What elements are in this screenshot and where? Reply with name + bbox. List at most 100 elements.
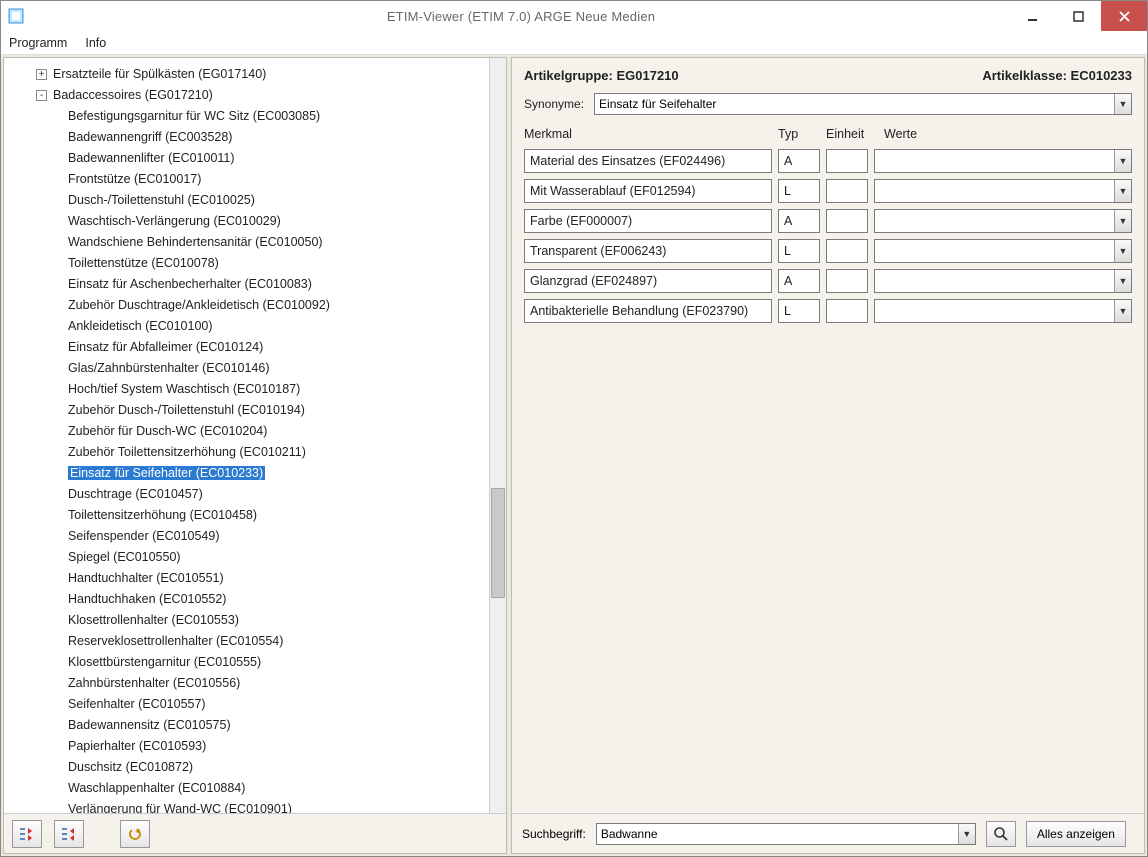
tree-item[interactable]: Waschtisch-Verlängerung (EC010029) <box>8 211 485 232</box>
tree-item-label: Hoch/tief System Waschtisch (EC010187) <box>68 382 300 396</box>
feature-columns-header: Merkmal Typ Einheit Werte <box>524 127 1132 141</box>
tree-item[interactable]: Papierhalter (EC010593) <box>8 736 485 757</box>
feature-wert-combo[interactable]: ▼ <box>874 179 1132 203</box>
tree-item[interactable]: Wandschiene Behindertensanitär (EC010050… <box>8 232 485 253</box>
tree-item[interactable]: Frontstütze (EC010017) <box>8 169 485 190</box>
tree-item[interactable]: Einsatz für Abfalleimer (EC010124) <box>8 337 485 358</box>
tree-item-label: Zubehör Toilettensitzerhöhung (EC010211) <box>68 445 306 459</box>
app-window: ETIM-Viewer (ETIM 7.0) ARGE Neue Medien … <box>0 0 1148 857</box>
tree-item[interactable]: Reserveklosettrollenhalter (EC010554) <box>8 631 485 652</box>
article-group-value: EG017210 <box>616 68 678 83</box>
feature-einheit[interactable] <box>826 299 868 323</box>
header-row: Artikelgruppe: EG017210 Artikelklasse: E… <box>524 68 1132 83</box>
feature-einheit[interactable] <box>826 179 868 203</box>
tree-scrollbar[interactable] <box>489 58 506 813</box>
tree-item[interactable]: Zubehör für Dusch-WC (EC010204) <box>8 421 485 442</box>
close-button[interactable] <box>1101 1 1147 31</box>
tree-item[interactable]: Duschtrage (EC010457) <box>8 484 485 505</box>
tree-item[interactable]: Hoch/tief System Waschtisch (EC010187) <box>8 379 485 400</box>
tree-item[interactable]: Toilettenstütze (EC010078) <box>8 253 485 274</box>
collapse-icon[interactable]: - <box>36 90 47 101</box>
minimize-button[interactable] <box>1009 1 1055 31</box>
feature-wert-combo[interactable]: ▼ <box>874 239 1132 263</box>
titlebar: ETIM-Viewer (ETIM 7.0) ARGE Neue Medien <box>1 1 1147 31</box>
menubar: Programm Info <box>1 31 1147 55</box>
tree-item[interactable]: Einsatz für Seifehalter (EC010233) <box>8 463 485 484</box>
feature-wert-combo[interactable]: ▼ <box>874 299 1132 323</box>
feature-wert-combo[interactable]: ▼ <box>874 269 1132 293</box>
feature-einheit[interactable] <box>826 239 868 263</box>
tree-item[interactable]: Klosettrollenhalter (EC010553) <box>8 610 485 631</box>
tree-item-label: Dusch-/Toilettenstuhl (EC010025) <box>68 193 255 207</box>
tree-item[interactable]: Seifenspender (EC010549) <box>8 526 485 547</box>
feature-name[interactable]: Antibakterielle Behandlung (EF023790) <box>524 299 772 323</box>
tree-item-label: Spiegel (EC010550) <box>68 550 181 564</box>
tree-item[interactable]: Zubehör Toilettensitzerhöhung (EC010211) <box>8 442 485 463</box>
tree-item[interactable]: Klosettbürstengarnitur (EC010555) <box>8 652 485 673</box>
tree-group-label: Badaccessoires (EG017210) <box>53 88 213 102</box>
refresh-button[interactable] <box>120 820 150 848</box>
feature-einheit[interactable] <box>826 149 868 173</box>
feature-typ[interactable]: L <box>778 299 820 323</box>
feature-wert-combo[interactable]: ▼ <box>874 209 1132 233</box>
tree-item[interactable]: Toilettensitzerhöhung (EC010458) <box>8 505 485 526</box>
tree-item[interactable]: Waschlappenhalter (EC010884) <box>8 778 485 799</box>
scrollbar-thumb[interactable] <box>491 488 505 598</box>
tree-item[interactable]: Handtuchhalter (EC010551) <box>8 568 485 589</box>
feature-list: Material des Einsatzes (EF024496)A▼Mit W… <box>524 149 1132 323</box>
search-button[interactable] <box>986 821 1016 847</box>
feature-name[interactable]: Farbe (EF000007) <box>524 209 772 233</box>
tree-item[interactable]: Glas/Zahnbürstenhalter (EC010146) <box>8 358 485 379</box>
chevron-down-icon: ▼ <box>1114 94 1131 114</box>
tree-item-label: Ankleidetisch (EC010100) <box>68 319 213 333</box>
feature-name[interactable]: Material des Einsatzes (EF024496) <box>524 149 772 173</box>
tree-item[interactable]: Dusch-/Toilettenstuhl (EC010025) <box>8 190 485 211</box>
tree-item[interactable]: Ankleidetisch (EC010100) <box>8 316 485 337</box>
tree-item[interactable]: Handtuchhaken (EC010552) <box>8 589 485 610</box>
tree-item[interactable]: Badewannenlifter (EC010011) <box>8 148 485 169</box>
tree-item[interactable]: Zahnbürstenhalter (EC010556) <box>8 673 485 694</box>
feature-name[interactable]: Mit Wasserablauf (EF012594) <box>524 179 772 203</box>
feature-typ[interactable]: A <box>778 149 820 173</box>
tree-item[interactable]: Zubehör Dusch-/Toilettenstuhl (EC010194) <box>8 400 485 421</box>
feature-name[interactable]: Transparent (EF006243) <box>524 239 772 263</box>
tree-item-label: Zubehör Dusch-/Toilettenstuhl (EC010194) <box>68 403 305 417</box>
feature-typ[interactable]: A <box>778 209 820 233</box>
tree-item-label: Toilettensitzerhöhung (EC010458) <box>68 508 257 522</box>
tree-item[interactable]: Seifenhalter (EC010557) <box>8 694 485 715</box>
feature-typ[interactable]: L <box>778 179 820 203</box>
tree-item-label: Einsatz für Seifehalter (EC010233) <box>68 466 265 480</box>
chevron-down-icon: ▼ <box>1114 270 1131 292</box>
tree-item[interactable]: Badewannengriff (EC003528) <box>8 127 485 148</box>
tree-wrap: +Ersatzteile für Spülkästen (EG017140)-B… <box>4 58 506 813</box>
tree-item-label: Frontstütze (EC010017) <box>68 172 201 186</box>
feature-typ[interactable]: L <box>778 239 820 263</box>
tree-item[interactable]: Befestigungsgarnitur für WC Sitz (EC0030… <box>8 106 485 127</box>
collapse-all-button[interactable] <box>54 820 84 848</box>
tree-view[interactable]: +Ersatzteile für Spülkästen (EG017140)-B… <box>4 58 489 813</box>
tree-group[interactable]: +Ersatzteile für Spülkästen (EG017140) <box>8 64 485 85</box>
maximize-button[interactable] <box>1055 1 1101 31</box>
show-all-button[interactable]: Alles anzeigen <box>1026 821 1126 847</box>
synonyme-combo[interactable]: Einsatz für Seifehalter ▼ <box>594 93 1132 115</box>
tree-item[interactable]: Badewannensitz (EC010575) <box>8 715 485 736</box>
menu-programm[interactable]: Programm <box>9 36 67 50</box>
tree-item[interactable]: Verlängerung für Wand-WC (EC010901) <box>8 799 485 813</box>
expand-icon[interactable]: + <box>36 69 47 80</box>
search-combo[interactable]: Badwanne ▼ <box>596 823 976 845</box>
feature-row: Material des Einsatzes (EF024496)A ▼ <box>524 149 1132 173</box>
tree-item[interactable]: Zubehör Duschtrage/Ankleidetisch (EC0100… <box>8 295 485 316</box>
feature-name[interactable]: Glanzgrad (EF024897) <box>524 269 772 293</box>
feature-typ[interactable]: A <box>778 269 820 293</box>
tree-item[interactable]: Duschsitz (EC010872) <box>8 757 485 778</box>
tree-item[interactable]: Einsatz für Aschenbecherhalter (EC010083… <box>8 274 485 295</box>
tree-item[interactable]: Spiegel (EC010550) <box>8 547 485 568</box>
feature-wert-combo[interactable]: ▼ <box>874 149 1132 173</box>
tree-group[interactable]: -Badaccessoires (EG017210) <box>8 85 485 106</box>
chevron-down-icon: ▼ <box>1114 300 1131 322</box>
expand-all-button[interactable] <box>12 820 42 848</box>
feature-einheit[interactable] <box>826 209 868 233</box>
search-icon <box>993 826 1009 842</box>
feature-einheit[interactable] <box>826 269 868 293</box>
menu-info[interactable]: Info <box>85 36 106 50</box>
